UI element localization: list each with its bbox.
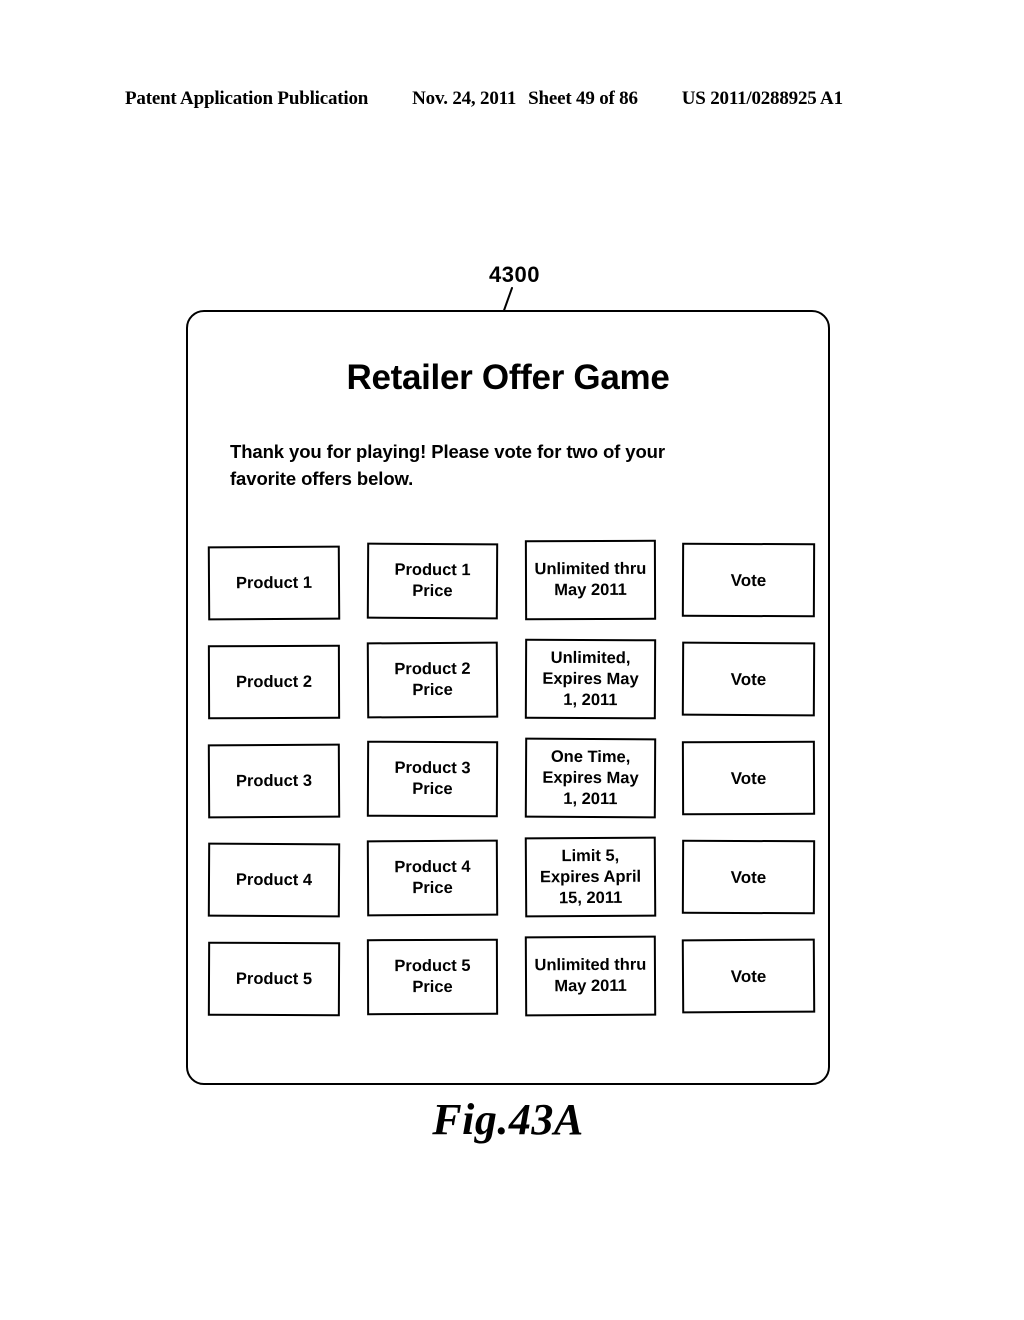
offer-terms-cell[interactable]: Unlimited, Expires May 1, 2011 <box>524 638 657 720</box>
vote-button[interactable]: Vote <box>681 740 816 816</box>
figure-caption: Fig.43A <box>0 1094 1024 1145</box>
publication-label: Patent Application Publication <box>125 88 369 109</box>
figure-caption-text: Fig.43A <box>432 1095 584 1144</box>
product-name-cell[interactable]: Product 4 <box>207 842 341 918</box>
reference-numeral-4300: 4300 <box>489 262 540 287</box>
vote-button[interactable]: Vote <box>681 641 816 717</box>
table-row: Product 3 Product 3 Price One Time, Expi… <box>188 737 828 837</box>
product-name-cell[interactable]: Product 1 <box>207 545 341 621</box>
product-price-cell[interactable]: Product 3 Price <box>366 740 499 818</box>
patent-page-header: Patent Application Publication Nov. 24, … <box>125 88 885 110</box>
product-name-cell[interactable]: Product 2 <box>207 644 341 720</box>
product-price-cell[interactable]: Product 5 Price <box>366 938 499 1016</box>
vote-button[interactable]: Vote <box>681 542 816 618</box>
table-row: Product 5 Product 5 Price Unlimited thru… <box>188 935 828 1035</box>
publication-date: Nov. 24, 2011 <box>412 88 517 109</box>
table-row: Product 2 Product 2 Price Unlimited, Exp… <box>188 638 828 738</box>
vote-button[interactable]: Vote <box>681 839 816 915</box>
table-row: Product 4 Product 4 Price Limit 5, Expir… <box>188 836 828 936</box>
offer-terms-cell[interactable]: Unlimited thru May 2011 <box>524 539 657 621</box>
table-row: Product 1 Product 1 Price Unlimited thru… <box>188 539 828 639</box>
product-price-cell[interactable]: Product 2 Price <box>366 641 499 719</box>
product-price-cell[interactable]: Product 1 Price <box>366 542 499 620</box>
screen-instructions: Thank you for playing! Please vote for t… <box>230 441 665 489</box>
product-price-cell[interactable]: Product 4 Price <box>366 839 499 917</box>
offer-terms-cell[interactable]: Limit 5, Expires April 15, 2011 <box>524 836 657 918</box>
product-name-cell[interactable]: Product 5 <box>207 941 341 1017</box>
sheet-number: Sheet 49 of 86 <box>528 88 638 109</box>
offer-grid: Product 1 Product 1 Price Unlimited thru… <box>188 539 828 1040</box>
product-name-cell[interactable]: Product 3 <box>207 743 341 819</box>
vote-button[interactable]: Vote <box>681 938 816 1014</box>
screen-title: Retailer Offer Game <box>346 358 670 397</box>
device-screen-outline: Retailer Offer Game Thank you for playin… <box>186 310 830 1085</box>
patent-number: US 2011/0288925 A1 <box>681 88 843 109</box>
offer-terms-cell[interactable]: One Time, Expires May 1, 2011 <box>524 737 657 819</box>
offer-terms-cell[interactable]: Unlimited thru May 2011 <box>524 935 657 1017</box>
